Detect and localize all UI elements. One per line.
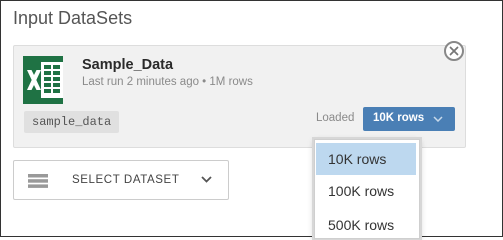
rows-option-10k[interactable]: 10K rows xyxy=(316,143,416,175)
rows-dropdown-menu: 10K rows 100K rows 500K rows xyxy=(314,139,420,239)
dataset-meta: Last run 2 minutes ago • 1M rows xyxy=(82,76,253,88)
dataset-name: Sample_Data xyxy=(82,57,174,73)
dataset-id-badge: sample_data xyxy=(24,111,120,133)
list-icon xyxy=(28,174,48,188)
select-dataset-button[interactable]: SELECT DATASET xyxy=(13,160,229,200)
loaded-label: Loaded xyxy=(316,112,355,124)
close-icon xyxy=(449,46,459,56)
excel-icon xyxy=(23,56,63,104)
rows-select[interactable]: 10K rows xyxy=(363,107,455,131)
section-title: Input DataSets xyxy=(13,8,133,28)
chevron-down-icon xyxy=(433,116,443,122)
rows-select-value: 10K rows xyxy=(373,112,425,124)
select-dataset-label: SELECT DATASET xyxy=(72,174,180,186)
chevron-down-icon xyxy=(201,176,212,183)
rows-option-500k[interactable]: 500K rows xyxy=(316,209,416,238)
remove-dataset-button[interactable] xyxy=(444,41,464,61)
rows-option-100k[interactable]: 100K rows xyxy=(316,175,416,207)
